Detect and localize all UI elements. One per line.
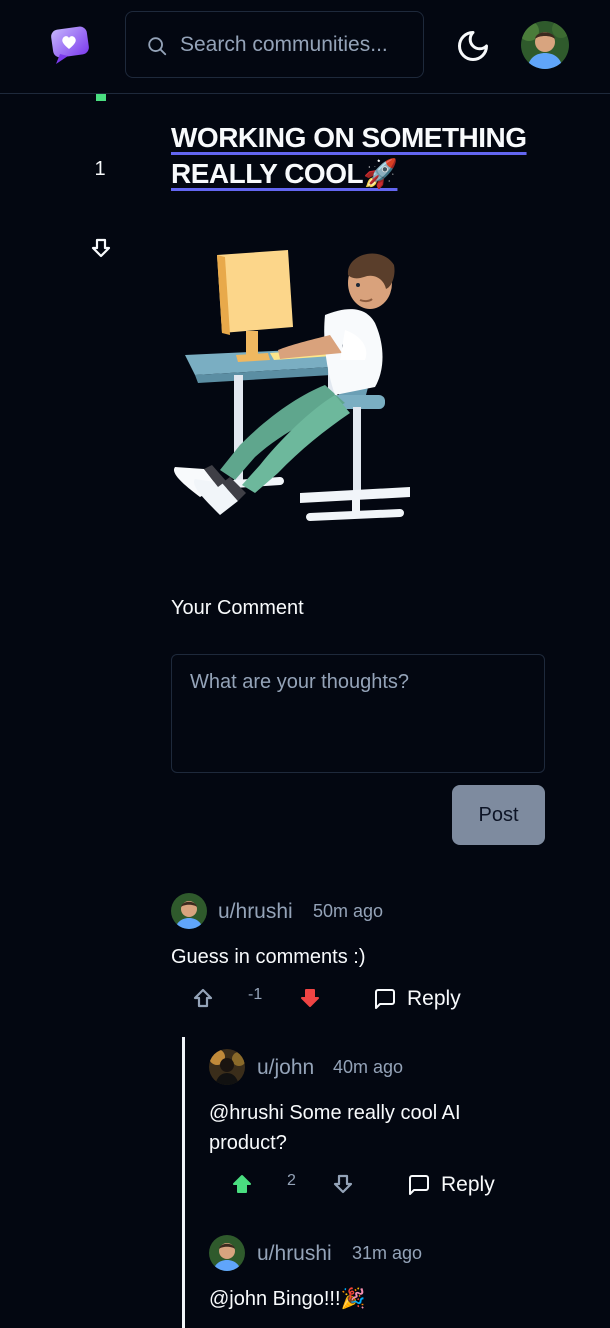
comment-text: @hrushi Some really cool AI product? — [209, 1102, 461, 1154]
search-icon — [148, 37, 167, 56]
search-input[interactable] — [180, 28, 410, 62]
reply-label: Reply — [441, 1173, 495, 1196]
upvote-indicator[interactable] — [96, 94, 106, 101]
thread-line — [182, 1037, 185, 1328]
post-downvote-button[interactable] — [89, 236, 113, 260]
comment-avatar[interactable] — [171, 893, 207, 929]
comment-text: @john Bingo!!!🎉 — [209, 1288, 366, 1310]
post-comment-button[interactable]: Post — [452, 785, 545, 845]
comment-timestamp: 40m ago — [333, 1057, 404, 1077]
top-navbar — [0, 0, 610, 94]
arrow-down-icon — [333, 1174, 353, 1194]
post-title-text[interactable]: WORKING ON SOMETHING REALLY COOL🚀 — [171, 122, 527, 189]
moon-icon — [458, 31, 488, 61]
search-bar[interactable] — [125, 11, 424, 78]
arrow-down-icon — [91, 238, 111, 258]
comment-timestamp: 50m ago — [313, 901, 384, 921]
message-square-icon — [375, 989, 395, 1009]
comment-upvote-button[interactable] — [191, 986, 215, 1010]
comment-username[interactable]: u/hrushi — [257, 1242, 332, 1266]
comment-textarea[interactable] — [171, 654, 545, 773]
comment-timestamp: 31m ago — [352, 1243, 423, 1263]
comment-username[interactable]: u/hrushi — [218, 900, 293, 924]
post-vote-count: 1 — [94, 158, 106, 180]
reply-label: Reply — [407, 987, 461, 1010]
comment-downvote-button[interactable] — [298, 986, 322, 1010]
arrow-up-filled-icon — [233, 1175, 251, 1193]
comment-upvote-button[interactable] — [230, 1172, 254, 1196]
post-image — [160, 235, 430, 550]
comment-form-label: Your Comment — [171, 597, 304, 619]
message-square-icon — [409, 1175, 429, 1195]
comment-vote-count: 2 — [287, 1172, 296, 1189]
app-logo-icon[interactable] — [46, 24, 92, 66]
comment-reply-button[interactable]: Reply — [373, 984, 461, 1014]
arrow-up-icon — [193, 988, 213, 1008]
comment-text: Guess in comments :) — [171, 946, 366, 968]
comment-username[interactable]: u/john — [257, 1056, 314, 1080]
post-title[interactable]: WORKING ON SOMETHING REALLY COOL🚀 — [171, 120, 551, 192]
theme-toggle-button[interactable] — [455, 28, 491, 64]
comment-avatar[interactable] — [209, 1049, 245, 1085]
user-avatar[interactable] — [521, 21, 569, 69]
comment-avatar[interactable] — [209, 1235, 245, 1271]
comment-vote-count: -1 — [248, 986, 263, 1003]
comment-downvote-button[interactable] — [331, 1172, 355, 1196]
comment-reply-button[interactable]: Reply — [407, 1170, 495, 1200]
arrow-down-filled-icon — [301, 989, 319, 1007]
